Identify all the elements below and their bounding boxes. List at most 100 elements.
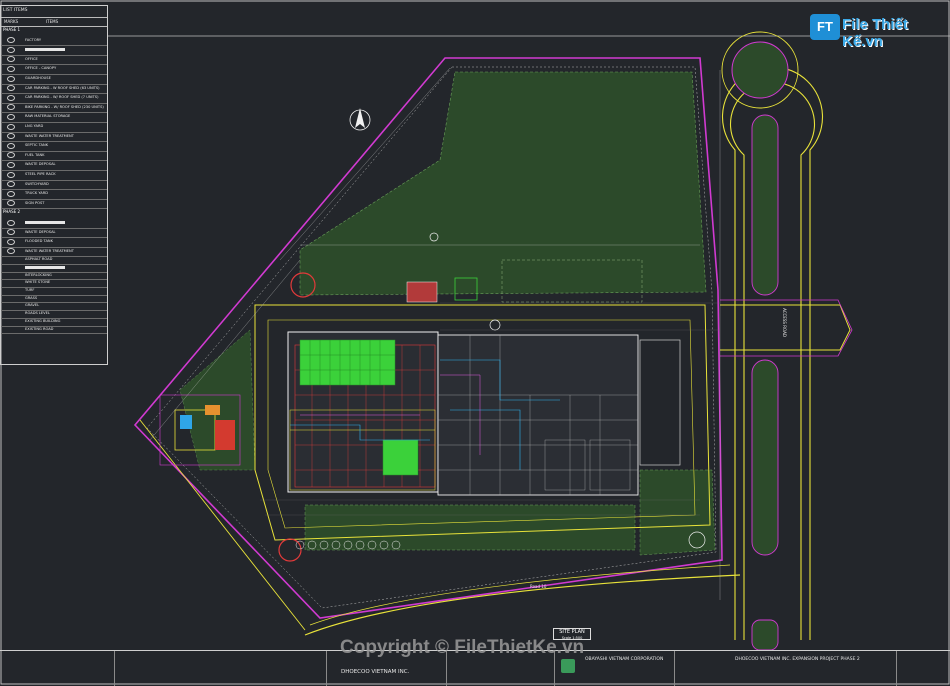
- legend-item-label: FUEL TANK: [25, 152, 45, 157]
- title-block-project: DHOECOO VIETNAM INC. EXPANSION PROJECT P…: [675, 651, 897, 686]
- curved-road-2: [309, 564, 731, 626]
- tank-2: [278, 538, 302, 562]
- client-name: DHOECOO VIETNAM INC.: [341, 669, 410, 675]
- legend-item-label: OFFICE - CANOPY: [25, 66, 57, 71]
- legend-redacted-bar: [25, 220, 65, 224]
- legend-symbol-icon: [7, 85, 15, 92]
- legend-symbol-icon: [7, 65, 15, 72]
- legend-header: LIST ITEMS: [3, 8, 28, 13]
- legend-item-label: BIKE PARKING - W/ ROOF SHED (230 UNITS): [25, 104, 104, 109]
- circle-marker-3: [489, 319, 501, 331]
- legend-item-label: [25, 218, 65, 227]
- watermark-logo-text: File Thiết Kế.vn: [842, 16, 908, 50]
- title-block-notes: [115, 651, 327, 686]
- median-1: [751, 114, 779, 296]
- green-strip-right: [639, 469, 716, 556]
- legend-item-label: LNG YARD: [25, 124, 44, 128]
- green-hatch-zone-3: [382, 439, 419, 476]
- median-3: [751, 619, 779, 651]
- legend-item-label: SEPTIC TANK: [25, 143, 49, 148]
- legend-item-label: EXISTING BUILDING: [25, 318, 61, 323]
- title-block-sheet: [897, 651, 950, 686]
- fire-block: [406, 281, 438, 303]
- legend-symbol-icon: [7, 104, 15, 111]
- legend-item-label: WHITE STONE: [25, 280, 51, 285]
- legend-item-label: GUARDHOUSE: [25, 76, 51, 80]
- warehouse-building: [437, 334, 639, 496]
- green-strip: [304, 504, 636, 551]
- legend-col-items: ITEMS: [46, 19, 59, 24]
- legend-symbol-icon: [7, 46, 15, 53]
- legend-item-label: WASTE DEPOSAL: [25, 229, 56, 234]
- legend-symbol-icon: [7, 152, 15, 159]
- legend-item-label: TURF: [25, 288, 35, 293]
- legend-item-label: FACTORY: [25, 37, 42, 42]
- consultant-name: OBAYASHI VIETNAM CORPORATION: [585, 657, 664, 662]
- legend-item-label: CAR PARKING - W/ ROOF SHED (7 UNITS): [25, 95, 99, 100]
- legend-redacted-bar: [25, 47, 65, 51]
- legend-item-label: TRUCK YARD: [25, 191, 48, 196]
- legend-symbol-icon: [7, 123, 15, 130]
- legend-item-label: GRASS: [25, 295, 38, 300]
- legend-symbol-icon: [7, 142, 15, 149]
- copyright-watermark: Copyright © FileThietKe.vn: [340, 637, 585, 658]
- legend-item-label: OFFICE: [25, 56, 38, 61]
- legend-item-label: [25, 45, 65, 54]
- access-road-label: ACCESS ROAD: [781, 308, 787, 337]
- legend-symbol-icon: [7, 56, 15, 63]
- roundabout-inner: [731, 41, 789, 99]
- road-label: Road 10: [530, 584, 547, 589]
- legend-item-label: SWITCHYARD: [25, 181, 49, 186]
- green-field: [299, 71, 707, 296]
- legend-symbol-icon: [7, 248, 15, 255]
- curved-road: [304, 574, 741, 636]
- utility-blue: [180, 415, 192, 429]
- legend-symbol-icon: [7, 37, 15, 44]
- title-block-revisions: [0, 651, 115, 686]
- legend-symbol-icon: [7, 171, 15, 178]
- legend-item-label: GRAVEL: [25, 303, 40, 308]
- legend-item-label: EXISTING ROAD: [25, 326, 54, 331]
- legend-symbol-icon: [7, 200, 15, 207]
- legend-item-label: WASTE WATER TREATMENT: [25, 133, 74, 138]
- legend-item-label: WASTE WATER TREATMENT: [25, 248, 74, 253]
- legend-section-label: PHASE 1: [3, 27, 21, 32]
- legend-symbol-icon: [7, 219, 15, 226]
- site-plan-title-text: SITE PLAN: [559, 629, 585, 635]
- legend-symbol-icon: [7, 133, 15, 140]
- consultant-logo-icon: [561, 659, 575, 673]
- cad-drawing-canvas: LIST ITEMS MARKS ITEMS PHASE 1 FACTORY OFF…: [0, 0, 950, 686]
- legend-item-label: WASTE DEPOSAL: [25, 162, 56, 167]
- legend-item-label: ASPHALT ROAD: [25, 257, 53, 262]
- median-2: [751, 359, 779, 556]
- legend-symbol-icon: [7, 113, 15, 120]
- legend-item-label: SIGN POST: [25, 200, 45, 205]
- legend-table: LIST ITEMS MARKS ITEMS PHASE 1 FACTORY OFF…: [0, 5, 108, 365]
- legend-row: EXISTING ROAD: [1, 326, 107, 335]
- utility-red: [215, 420, 235, 450]
- legend-symbol-icon: [7, 161, 15, 168]
- legend-item-label: FLOODED TANK: [25, 239, 53, 244]
- site-plan-drawing: [0, 0, 950, 685]
- watermark-logo-mark: FT: [810, 14, 840, 40]
- legend-item-label: INTERLOCKING: [25, 272, 52, 277]
- legend-symbol-icon: [7, 75, 15, 82]
- utility-orange: [205, 405, 220, 415]
- legend-item-label: STEEL PIPE RACK: [25, 172, 56, 176]
- legend-symbol-icon: [7, 190, 15, 197]
- legend-symbol-icon: [7, 94, 15, 101]
- legend-symbol-icon: [7, 238, 15, 245]
- office-building: [639, 339, 681, 466]
- legend-symbol-icon: [7, 229, 15, 236]
- legend-section-label: PHASE 2: [3, 209, 21, 215]
- legend-column-headers: MARKS ITEMS: [1, 17, 107, 27]
- legend-item-label: CAR PARKING - W ROOF SHED (63 UNITS): [25, 85, 100, 90]
- project-name: DHOECOO VIETNAM INC. EXPANSION PROJECT P…: [735, 657, 860, 662]
- legend-item-label: ROADS LEVEL: [25, 311, 50, 316]
- legend-symbol-icon: [7, 181, 15, 188]
- legend-redacted-bar: [25, 265, 65, 269]
- legend-item-label: RAW MATERIAL STORAGE: [25, 114, 71, 119]
- watermark-logo: FT File Thiết Kế.vn: [810, 12, 945, 50]
- legend-col-marks: MARKS: [4, 19, 19, 24]
- green-hatch-zone-1: [299, 339, 396, 386]
